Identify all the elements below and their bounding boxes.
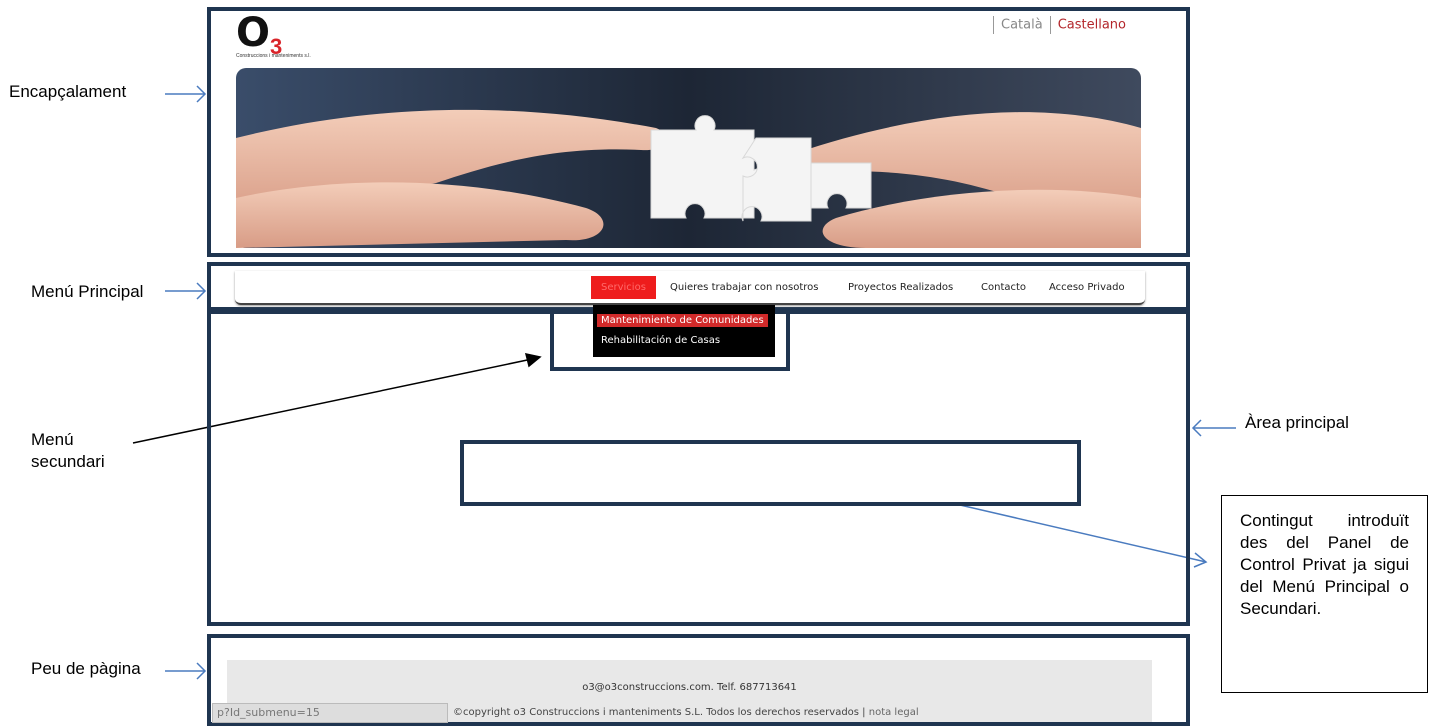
arrow-header <box>165 85 207 103</box>
label-footer: Peu de pàgina <box>31 659 141 678</box>
logo-number: 3 <box>270 34 283 59</box>
arrow-footer <box>165 662 207 680</box>
arrow-main-menu <box>165 282 207 300</box>
content-note-text: Contingut introduït des del Panel de Con… <box>1240 511 1409 618</box>
label-secondary-menu-2: secundari <box>31 452 105 471</box>
lang-catala[interactable]: Català <box>1001 18 1043 33</box>
menu-item-acceso[interactable]: Acceso Privado <box>1049 282 1125 293</box>
lang-castellano[interactable]: Castellano <box>1058 18 1126 33</box>
footer-contact: o3@o3construccions.com. Telf. 687713641 <box>582 682 797 693</box>
submenu-item-rehabilitacion[interactable]: Rehabilitación de Casas <box>597 334 724 347</box>
footer-url-field: p?Id_submenu=15 <box>212 703 448 723</box>
legal-link[interactable]: nota legal <box>869 707 919 718</box>
copyright-text: ©copyright o3 Construccions i mantenimen… <box>453 707 866 718</box>
submenu-item-mantenimiento[interactable]: Mantenimiento de Comunidades <box>597 314 768 327</box>
arrow-main-area <box>1191 419 1236 437</box>
banner-image <box>236 68 1141 248</box>
footer-copyright: ©copyright o3 Construccions i mantenimen… <box>453 707 919 718</box>
content-frame <box>460 440 1081 506</box>
submenu-dropdown: Mantenimiento de Comunidades Rehabilitac… <box>593 305 775 357</box>
menu-item-servicios[interactable]: Servicios <box>591 276 656 299</box>
menu-item-trabajar[interactable]: Quieres trabajar con nosotros <box>670 282 818 293</box>
logo-letter: O <box>236 10 271 56</box>
label-main-menu: Menú Principal <box>31 282 144 301</box>
menu-item-proyectos[interactable]: Proyectos Realizados <box>848 282 953 293</box>
label-main-area: Àrea principal <box>1245 413 1349 432</box>
menu-item-contacto[interactable]: Contacto <box>981 282 1026 293</box>
label-secondary-menu-1: Menú <box>31 430 74 449</box>
label-header: Encapçalament <box>9 82 127 101</box>
language-switcher: Català Castellano <box>986 16 1126 34</box>
site-logo[interactable]: O3 Construccions i manteniments s.l. <box>236 13 316 63</box>
content-note-box: Contingut introduït des del Panel de Con… <box>1221 495 1428 693</box>
